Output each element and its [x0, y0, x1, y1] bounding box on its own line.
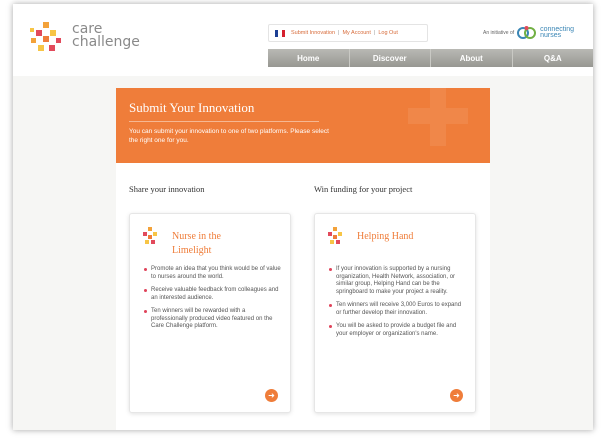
initiative-credit: An initiative of connecting nurses: [483, 24, 574, 42]
card-title-line-1: Nurse in the: [172, 231, 221, 242]
care-challenge-logo-icon[interactable]: [28, 20, 64, 56]
benefit-list: Promote an idea that you think would be …: [144, 266, 282, 337]
utility-bar: Submit Innovation | My Account | Log Out: [268, 24, 428, 42]
list-item: Ten winners will be rewarded with a prof…: [144, 308, 282, 331]
card-title-line-1: Helping Hand: [357, 231, 414, 242]
nav-home[interactable]: Home: [268, 49, 350, 67]
list-item: If your innovation is supported by a nur…: [329, 266, 467, 296]
main-content: Submit Your Innovation You can submit yo…: [116, 88, 490, 430]
card-title-line-2: Limelight: [172, 245, 212, 256]
list-item: Ten winners will receive 3,000 Euros to …: [329, 302, 467, 317]
log-out-link[interactable]: Log Out: [378, 30, 398, 36]
list-item: Promote an idea that you think would be …: [144, 266, 282, 281]
star-icon: [328, 227, 342, 244]
submit-banner: Submit Your Innovation You can submit yo…: [116, 88, 490, 163]
main-nav: Home Discover About Q&A: [268, 49, 593, 67]
star-icon: [143, 227, 157, 244]
brand-line-2: challenge: [72, 34, 140, 50]
browser-frame: care challenge Submit Innovation | My Ac…: [13, 4, 593, 430]
partner-name[interactable]: connecting nurses: [540, 26, 574, 39]
nav-discover[interactable]: Discover: [350, 49, 431, 67]
banner-divider: [129, 121, 319, 122]
column-heading-funding: Win funding for your project: [314, 184, 413, 194]
arrow-right-icon[interactable]: ➜: [450, 389, 463, 402]
site-header: care challenge Submit Innovation | My Ac…: [13, 4, 593, 76]
nav-qa[interactable]: Q&A: [513, 49, 594, 67]
column-heading-share: Share your innovation: [129, 184, 205, 194]
nav-about[interactable]: About: [431, 49, 513, 67]
card-title[interactable]: Nurse in the Limelight: [172, 230, 282, 258]
connecting-nurses-logo-icon[interactable]: [516, 24, 538, 42]
initiative-label: An initiative of: [483, 30, 515, 36]
submit-innovation-link[interactable]: Submit Innovation: [291, 30, 335, 36]
page-title: Submit Your Innovation: [129, 100, 255, 115]
banner-description: You can submit your innovation to one of…: [129, 128, 329, 144]
arrow-right-icon[interactable]: ➜: [265, 389, 278, 402]
utility-separator: |: [373, 30, 376, 36]
partner-line-2: nurses: [540, 32, 562, 39]
benefit-list: If your innovation is supported by a nur…: [329, 266, 467, 344]
decorative-plus-icon: [408, 88, 468, 146]
card-nurse-in-the-limelight[interactable]: Nurse in the Limelight Promote an idea t…: [129, 213, 291, 413]
list-item: You will be asked to provide a budget fi…: [329, 323, 467, 338]
brand-name[interactable]: care challenge: [72, 22, 140, 50]
utility-separator: |: [338, 30, 340, 36]
my-account-link[interactable]: My Account: [342, 30, 370, 36]
card-helping-hand[interactable]: Helping Hand If your innovation is suppo…: [314, 213, 476, 413]
card-title[interactable]: Helping Hand: [357, 230, 467, 244]
french-flag-icon[interactable]: [275, 29, 285, 37]
list-item: Receive valuable feedback from colleague…: [144, 287, 282, 302]
